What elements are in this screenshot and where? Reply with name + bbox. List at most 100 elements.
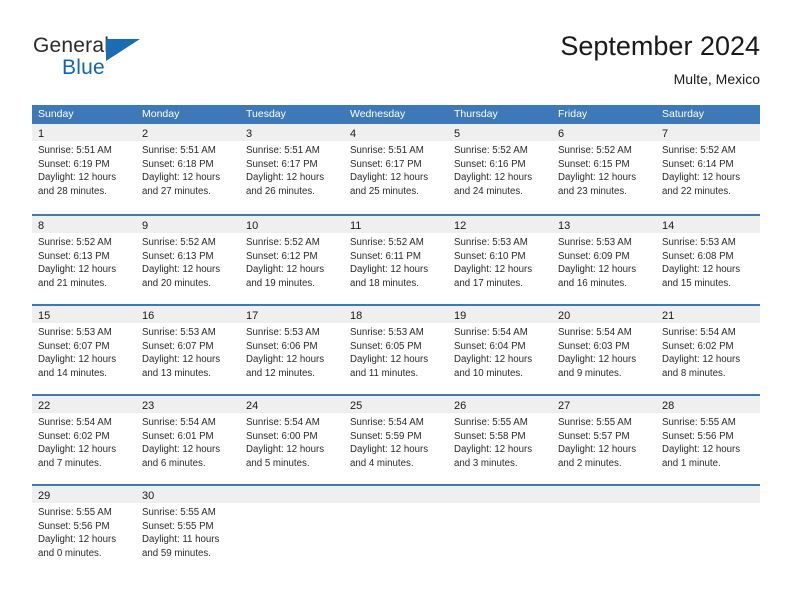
daylight-text-line2: and 1 minute. <box>662 457 721 469</box>
day-cell[interactable]: 4 Sunrise: 5:51 AM Sunset: 6:17 PM Dayli… <box>344 124 448 214</box>
daylight-text-line2: and 20 minutes. <box>142 277 211 289</box>
day-cell[interactable]: 27 Sunrise: 5:55 AM Sunset: 5:57 PM Dayl… <box>552 396 656 484</box>
daylight-text-line1: Daylight: 12 hours <box>142 354 221 366</box>
daylight-text-line1: Daylight: 12 hours <box>558 172 637 184</box>
sunrise-text: Sunrise: 5:54 AM <box>38 417 112 428</box>
day-cell[interactable]: 25 Sunrise: 5:54 AM Sunset: 5:59 PM Dayl… <box>344 396 448 484</box>
day-number: 19 <box>454 310 467 322</box>
day-number: 27 <box>558 400 571 412</box>
sunset-text: Sunset: 6:08 PM <box>662 250 734 262</box>
day-details: Sunrise: 5:55 AM Sunset: 5:57 PM Dayligh… <box>552 413 656 470</box>
day-cell[interactable]: 23 Sunrise: 5:54 AM Sunset: 6:01 PM Dayl… <box>136 396 240 484</box>
daylight-text-line1: Daylight: 12 hours <box>558 444 637 456</box>
day-cell[interactable]: 19 Sunrise: 5:54 AM Sunset: 6:04 PM Dayl… <box>448 306 552 394</box>
day-cell[interactable]: 7 Sunrise: 5:52 AM Sunset: 6:14 PM Dayli… <box>656 124 760 214</box>
day-number-band: 17 <box>240 306 344 323</box>
daylight-text-line2: and 21 minutes. <box>38 277 107 289</box>
logo-triangle-icon <box>106 39 140 61</box>
sunrise-text: Sunrise: 5:52 AM <box>142 237 216 248</box>
day-number: 20 <box>558 310 571 322</box>
daylight-text-line1: Daylight: 12 hours <box>454 264 533 276</box>
day-cell[interactable]: 5 Sunrise: 5:52 AM Sunset: 6:16 PM Dayli… <box>448 124 552 214</box>
day-cell[interactable]: 13 Sunrise: 5:53 AM Sunset: 6:09 PM Dayl… <box>552 216 656 304</box>
day-number: 3 <box>246 128 253 140</box>
day-cell-empty <box>552 486 656 574</box>
day-cell[interactable]: 29 Sunrise: 5:55 AM Sunset: 5:56 PM Dayl… <box>32 486 136 574</box>
day-cell[interactable]: 12 Sunrise: 5:53 AM Sunset: 6:10 PM Dayl… <box>448 216 552 304</box>
daylight-text-line2: and 12 minutes. <box>246 367 315 379</box>
day-number: 4 <box>350 128 357 140</box>
sunrise-text: Sunrise: 5:51 AM <box>350 145 424 156</box>
sunset-text: Sunset: 6:01 PM <box>142 430 214 442</box>
daylight-text-line1: Daylight: 12 hours <box>246 264 325 276</box>
sunset-text: Sunset: 6:03 PM <box>558 340 630 352</box>
day-number-band: 4 <box>344 124 448 141</box>
day-number: 30 <box>142 490 155 502</box>
day-details: Sunrise: 5:53 AM Sunset: 6:07 PM Dayligh… <box>136 323 240 380</box>
day-details: Sunrise: 5:52 AM Sunset: 6:11 PM Dayligh… <box>344 233 448 290</box>
day-cell[interactable]: 3 Sunrise: 5:51 AM Sunset: 6:17 PM Dayli… <box>240 124 344 214</box>
weekday-header-tuesday: Tuesday <box>246 108 286 120</box>
day-number: 6 <box>558 128 565 140</box>
daylight-text-line2: and 3 minutes. <box>454 457 518 469</box>
day-cell[interactable]: 30 Sunrise: 5:55 AM Sunset: 5:55 PM Dayl… <box>136 486 240 574</box>
daylight-text-line1: Daylight: 12 hours <box>142 172 221 184</box>
day-cell[interactable]: 15 Sunrise: 5:53 AM Sunset: 6:07 PM Dayl… <box>32 306 136 394</box>
daylight-text-line1: Daylight: 12 hours <box>38 534 117 546</box>
day-details: Sunrise: 5:53 AM Sunset: 6:07 PM Dayligh… <box>32 323 136 380</box>
daylight-text-line2: and 19 minutes. <box>246 277 315 289</box>
day-cell[interactable]: 21 Sunrise: 5:54 AM Sunset: 6:02 PM Dayl… <box>656 306 760 394</box>
daylight-text-line2: and 16 minutes. <box>558 277 627 289</box>
sunrise-text: Sunrise: 5:52 AM <box>350 237 424 248</box>
general-blue-logo: General Blue <box>33 34 213 84</box>
sunrise-text: Sunrise: 5:53 AM <box>662 237 736 248</box>
daylight-text-line2: and 59 minutes. <box>142 547 211 559</box>
location-subtitle: Multe, Mexico <box>673 71 760 87</box>
daylight-text-line1: Daylight: 12 hours <box>246 354 325 366</box>
sunrise-text: Sunrise: 5:54 AM <box>142 417 216 428</box>
daylight-text-line1: Daylight: 12 hours <box>454 172 533 184</box>
day-cell[interactable]: 2 Sunrise: 5:51 AM Sunset: 6:18 PM Dayli… <box>136 124 240 214</box>
day-cell[interactable]: 8 Sunrise: 5:52 AM Sunset: 6:13 PM Dayli… <box>32 216 136 304</box>
day-cell[interactable]: 28 Sunrise: 5:55 AM Sunset: 5:56 PM Dayl… <box>656 396 760 484</box>
sunset-text: Sunset: 5:58 PM <box>454 430 526 442</box>
sunrise-text: Sunrise: 5:53 AM <box>454 237 528 248</box>
daylight-text-line2: and 25 minutes. <box>350 185 419 197</box>
daylight-text-line2: and 23 minutes. <box>558 185 627 197</box>
sunrise-text: Sunrise: 5:53 AM <box>350 327 424 338</box>
day-details: Sunrise: 5:54 AM Sunset: 6:02 PM Dayligh… <box>656 323 760 380</box>
day-cell[interactable]: 18 Sunrise: 5:53 AM Sunset: 6:05 PM Dayl… <box>344 306 448 394</box>
day-cell[interactable]: 26 Sunrise: 5:55 AM Sunset: 5:58 PM Dayl… <box>448 396 552 484</box>
day-number-band: 22 <box>32 396 136 413</box>
day-number-band: 16 <box>136 306 240 323</box>
day-cell[interactable]: 22 Sunrise: 5:54 AM Sunset: 6:02 PM Dayl… <box>32 396 136 484</box>
daylight-text-line2: and 7 minutes. <box>38 457 102 469</box>
day-cell[interactable]: 1 Sunrise: 5:51 AM Sunset: 6:19 PM Dayli… <box>32 124 136 214</box>
daylight-text-line1: Daylight: 12 hours <box>38 172 117 184</box>
day-number-band: 13 <box>552 216 656 233</box>
day-number: 22 <box>38 400 51 412</box>
day-cell[interactable]: 14 Sunrise: 5:53 AM Sunset: 6:08 PM Dayl… <box>656 216 760 304</box>
day-number: 25 <box>350 400 363 412</box>
day-details: Sunrise: 5:53 AM Sunset: 6:09 PM Dayligh… <box>552 233 656 290</box>
day-details: Sunrise: 5:52 AM Sunset: 6:16 PM Dayligh… <box>448 141 552 198</box>
sunset-text: Sunset: 6:17 PM <box>350 158 422 170</box>
day-cell[interactable]: 6 Sunrise: 5:52 AM Sunset: 6:15 PM Dayli… <box>552 124 656 214</box>
day-number: 2 <box>142 128 149 140</box>
daylight-text-line2: and 28 minutes. <box>38 185 107 197</box>
daylight-text-line1: Daylight: 12 hours <box>246 172 325 184</box>
day-cell[interactable]: 10 Sunrise: 5:52 AM Sunset: 6:12 PM Dayl… <box>240 216 344 304</box>
daylight-text-line2: and 24 minutes. <box>454 185 523 197</box>
sunrise-text: Sunrise: 5:51 AM <box>142 145 216 156</box>
sunset-text: Sunset: 6:00 PM <box>246 430 318 442</box>
day-cell[interactable]: 24 Sunrise: 5:54 AM Sunset: 6:00 PM Dayl… <box>240 396 344 484</box>
daylight-text-line2: and 14 minutes. <box>38 367 107 379</box>
daylight-text-line2: and 4 minutes. <box>350 457 414 469</box>
day-cell[interactable]: 11 Sunrise: 5:52 AM Sunset: 6:11 PM Dayl… <box>344 216 448 304</box>
day-cell[interactable]: 16 Sunrise: 5:53 AM Sunset: 6:07 PM Dayl… <box>136 306 240 394</box>
day-cell[interactable]: 17 Sunrise: 5:53 AM Sunset: 6:06 PM Dayl… <box>240 306 344 394</box>
daylight-text-line1: Daylight: 12 hours <box>142 264 221 276</box>
day-cell[interactable]: 20 Sunrise: 5:54 AM Sunset: 6:03 PM Dayl… <box>552 306 656 394</box>
day-details: Sunrise: 5:51 AM Sunset: 6:19 PM Dayligh… <box>32 141 136 198</box>
day-cell[interactable]: 9 Sunrise: 5:52 AM Sunset: 6:13 PM Dayli… <box>136 216 240 304</box>
